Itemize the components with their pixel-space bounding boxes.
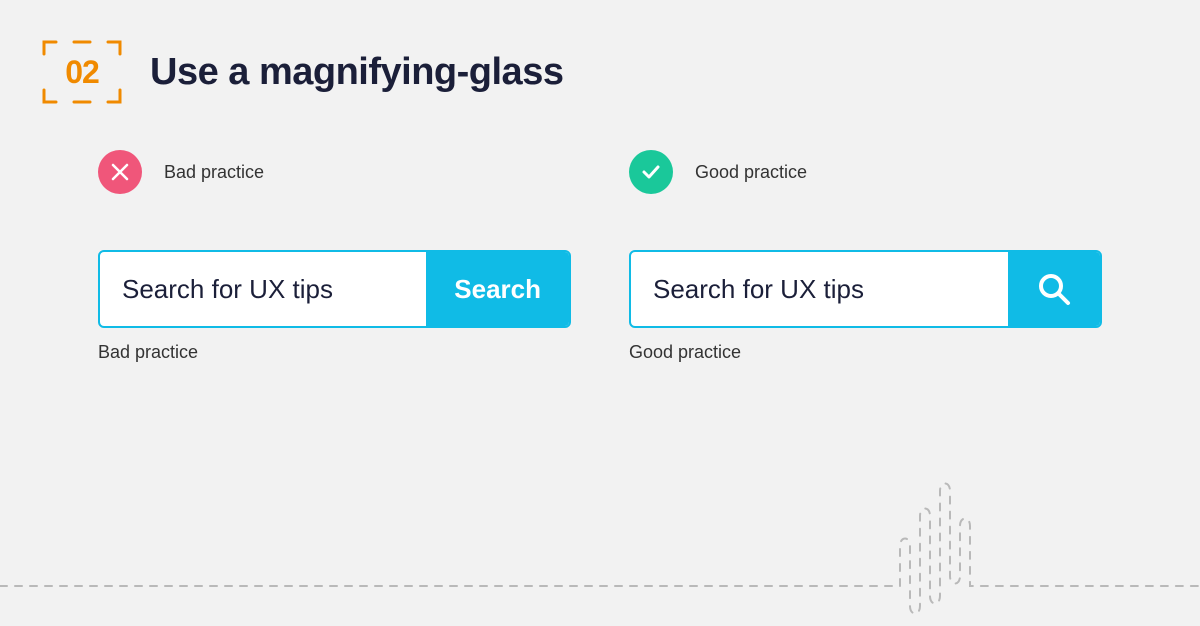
bad-badge-row: Bad practice <box>98 150 571 194</box>
examples-row: Bad practice Search for UX tips Search B… <box>98 150 1102 363</box>
page-title: Use a magnifying-glass <box>150 51 563 94</box>
search-button[interactable] <box>1008 252 1100 326</box>
check-icon <box>629 150 673 194</box>
good-badge-label: Good practice <box>695 162 807 183</box>
bad-searchbar: Search for UX tips Search <box>98 250 571 328</box>
x-icon <box>98 150 142 194</box>
good-caption: Good practice <box>629 342 1102 363</box>
tip-number: 02 <box>65 54 99 91</box>
bad-badge-label: Bad practice <box>164 162 264 183</box>
search-input[interactable]: Search for UX tips <box>631 252 1008 326</box>
decorative-wave <box>0 456 1200 626</box>
good-searchbar: Search for UX tips <box>629 250 1102 328</box>
bad-caption: Bad practice <box>98 342 571 363</box>
bad-example: Bad practice Search for UX tips Search B… <box>98 150 571 363</box>
good-example: Good practice Search for UX tips Good pr… <box>629 150 1102 363</box>
good-badge-row: Good practice <box>629 150 1102 194</box>
number-frame: 02 <box>42 40 122 104</box>
header: 02 Use a magnifying-glass <box>42 40 563 104</box>
search-button[interactable]: Search <box>426 252 569 326</box>
search-button-label: Search <box>454 274 541 305</box>
search-icon <box>1035 270 1073 308</box>
search-input[interactable]: Search for UX tips <box>100 252 426 326</box>
